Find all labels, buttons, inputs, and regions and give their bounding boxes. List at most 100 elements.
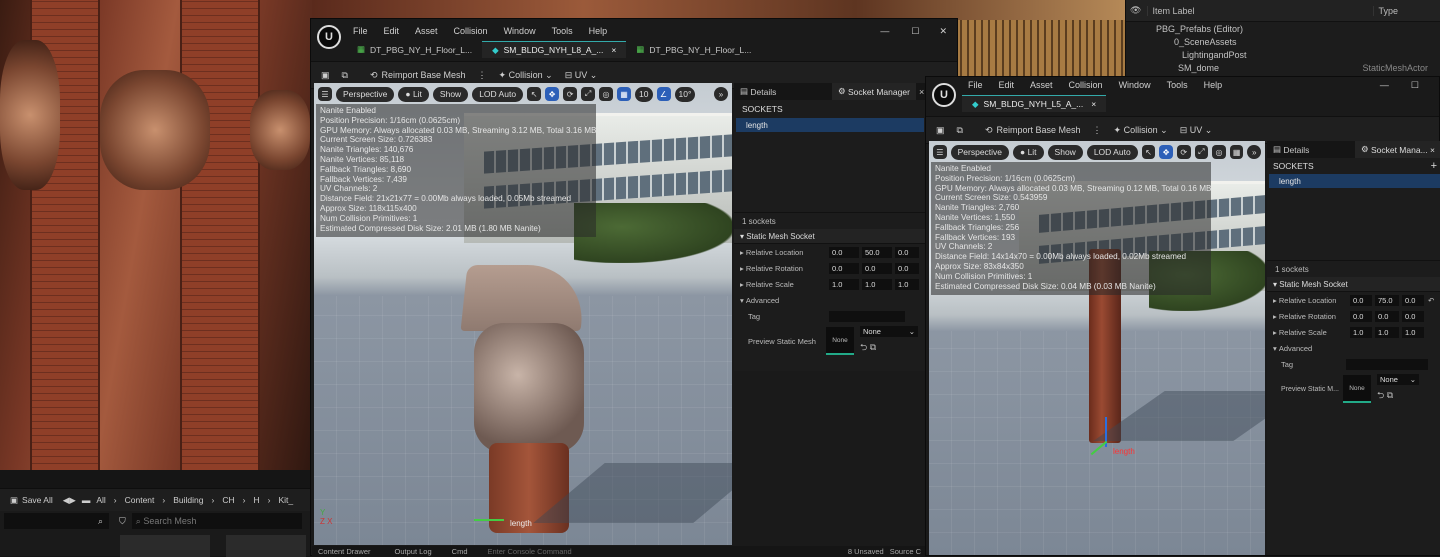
surface-snap-icon[interactable]: ◎ bbox=[1212, 145, 1226, 159]
rotation-z[interactable]: 0.0 bbox=[895, 262, 919, 274]
asset-thumbnail[interactable] bbox=[226, 535, 306, 557]
lod-button[interactable]: LOD Auto bbox=[1086, 144, 1138, 160]
rotation-y[interactable]: 0.0 bbox=[1375, 310, 1399, 322]
source-control-button[interactable]: Source C bbox=[890, 547, 921, 556]
menu-collision[interactable]: Collision bbox=[454, 26, 488, 36]
browse-icon[interactable]: ⧉ bbox=[870, 342, 876, 352]
viewport-menu-icon[interactable]: ☰ bbox=[318, 87, 332, 101]
translate-icon[interactable]: ✥ bbox=[1159, 145, 1173, 159]
menu-edit[interactable]: Edit bbox=[384, 26, 400, 36]
menu-help[interactable]: Help bbox=[1204, 80, 1223, 90]
console-input[interactable]: Enter Console Command bbox=[488, 547, 572, 556]
expand-icon[interactable]: » bbox=[714, 87, 728, 101]
collision-dropdown[interactable]: ✦ Collision ⌄ bbox=[1108, 125, 1174, 136]
content-drawer-button[interactable]: Content Drawer bbox=[318, 547, 371, 556]
close-tab-icon[interactable]: × bbox=[1430, 145, 1435, 155]
minimize-icon[interactable]: — bbox=[880, 26, 889, 36]
gizmo-y-axis[interactable] bbox=[474, 519, 504, 521]
breadcrumb-item[interactable]: CH bbox=[222, 495, 234, 505]
tag-input[interactable] bbox=[829, 310, 905, 322]
folder-search[interactable]: ⌕ bbox=[4, 513, 109, 529]
reimport-button[interactable]: ⟲ Reimport Base Mesh bbox=[364, 70, 472, 81]
static-mesh-socket-section[interactable]: ▾ Static Mesh Socket bbox=[734, 229, 926, 244]
socket-list-item[interactable]: length bbox=[1269, 174, 1440, 188]
outliner-row[interactable]: 0_SceneAssets bbox=[1126, 35, 1440, 48]
output-log-button[interactable]: Output Log bbox=[395, 547, 432, 556]
search-mesh-input[interactable]: ⌕ Search Mesh bbox=[131, 513, 302, 529]
breadcrumb-item[interactable]: Building bbox=[173, 495, 203, 505]
details-tab[interactable]: ▤ Details bbox=[734, 83, 832, 100]
rotation-x[interactable]: 0.0 bbox=[1350, 310, 1372, 322]
more-icon[interactable]: ⋮ bbox=[1087, 125, 1108, 136]
grid-snap-icon[interactable]: ▦ bbox=[617, 87, 632, 101]
rotation-y[interactable]: 0.0 bbox=[862, 262, 892, 274]
visibility-eye-icon[interactable]: 👁 bbox=[1130, 5, 1141, 16]
close-tab-icon[interactable]: × bbox=[1091, 99, 1096, 109]
unsaved-indicator[interactable]: 8 Unsaved bbox=[848, 547, 884, 556]
expand-icon[interactable]: » bbox=[1247, 145, 1262, 159]
location-z[interactable]: 0.0 bbox=[895, 246, 919, 258]
cmd-dropdown[interactable]: Cmd bbox=[452, 547, 468, 556]
advanced-section[interactable]: ▾ Advanced bbox=[1267, 340, 1440, 356]
browse-icon[interactable]: ⧉ bbox=[951, 125, 969, 136]
show-button[interactable]: Show bbox=[1047, 144, 1083, 160]
scale-x[interactable]: 1.0 bbox=[1350, 326, 1372, 338]
menu-asset[interactable]: Asset bbox=[1030, 80, 1053, 90]
location-z[interactable]: 0.0 bbox=[1402, 294, 1424, 306]
menu-tools[interactable]: Tools bbox=[552, 26, 573, 36]
scale-z[interactable]: 1.0 bbox=[1402, 326, 1424, 338]
browse-icon[interactable]: ⧉ bbox=[1387, 390, 1393, 400]
tab-static-mesh[interactable]: ◆ SM_BLDG_NYH_L5_A_... × bbox=[962, 95, 1107, 112]
viewport-menu-icon[interactable]: ☰ bbox=[933, 145, 947, 159]
close-panel-icon[interactable]: × bbox=[919, 87, 924, 97]
tab-datatable-1[interactable]: ▦ DT_PBG_NY_H_Floor_L... bbox=[347, 41, 482, 58]
select-mode-icon[interactable]: ↖ bbox=[527, 87, 542, 101]
filter-icon[interactable]: ⛉ bbox=[119, 516, 126, 527]
tag-input[interactable] bbox=[1346, 358, 1428, 370]
scale-x[interactable]: 1.0 bbox=[829, 278, 859, 290]
asset-thumbnail[interactable] bbox=[120, 535, 210, 557]
maximize-icon[interactable]: ☐ bbox=[911, 26, 919, 37]
scale-icon[interactable]: ⤢ bbox=[581, 87, 596, 101]
location-y[interactable]: 75.0 bbox=[1375, 294, 1399, 306]
socket-manager-tab[interactable]: ⚙ Socket Manager bbox=[832, 83, 916, 100]
maximize-icon[interactable]: ☐ bbox=[1411, 80, 1419, 91]
breadcrumb-item[interactable]: All bbox=[96, 495, 105, 505]
menu-collision[interactable]: Collision bbox=[1069, 80, 1103, 90]
lod-button[interactable]: LOD Auto bbox=[472, 86, 524, 102]
menu-asset[interactable]: Asset bbox=[415, 26, 438, 36]
socket-manager-tab[interactable]: ⚙ Socket Mana... × bbox=[1354, 141, 1440, 158]
reset-icon[interactable]: ↶ bbox=[1428, 296, 1434, 305]
breadcrumb-item[interactable]: Kit_ bbox=[278, 495, 293, 505]
mesh-dropdown[interactable]: None ⌄ bbox=[1377, 374, 1419, 385]
save-icon[interactable]: ▣ bbox=[315, 70, 336, 81]
mesh-thumbnail[interactable]: None bbox=[1343, 375, 1371, 403]
menu-file[interactable]: File bbox=[968, 80, 983, 90]
menu-tools[interactable]: Tools bbox=[1167, 80, 1188, 90]
grid-snap-value[interactable]: 10 bbox=[635, 86, 653, 102]
use-selected-icon[interactable]: ⮌ bbox=[1377, 390, 1384, 400]
location-x[interactable]: 0.0 bbox=[1350, 294, 1372, 306]
rotation-z[interactable]: 0.0 bbox=[1402, 310, 1424, 322]
mesh-thumbnail[interactable]: None bbox=[826, 327, 854, 355]
menu-file[interactable]: File bbox=[353, 26, 368, 36]
tab-static-mesh[interactable]: ◆ SM_BLDG_NYH_L8_A_... × bbox=[482, 41, 627, 58]
save-icon[interactable]: ▣ bbox=[930, 125, 951, 136]
breadcrumb-item[interactable]: Content bbox=[125, 495, 155, 505]
location-x[interactable]: 0.0 bbox=[829, 246, 859, 258]
select-mode-icon[interactable]: ↖ bbox=[1141, 145, 1156, 159]
menu-edit[interactable]: Edit bbox=[999, 80, 1015, 90]
outliner-row[interactable]: SM_dome StaticMeshActor bbox=[1126, 61, 1440, 74]
perspective-button[interactable]: Perspective bbox=[336, 86, 395, 102]
tab-datatable-2[interactable]: ▦ DT_PBG_NY_H_Floor_L... bbox=[626, 41, 761, 58]
lit-button[interactable]: ● Lit bbox=[398, 86, 429, 102]
surface-snap-icon[interactable]: ◎ bbox=[599, 87, 614, 101]
menu-help[interactable]: Help bbox=[589, 26, 608, 36]
location-y[interactable]: 50.0 bbox=[862, 246, 892, 258]
save-all-button[interactable]: Save All bbox=[22, 495, 53, 505]
outliner-header-label[interactable]: Item Label bbox=[1147, 5, 1373, 16]
outliner-header-type[interactable]: Type bbox=[1373, 5, 1398, 16]
show-button[interactable]: Show bbox=[432, 86, 469, 102]
more-icon[interactable]: ⋮ bbox=[472, 70, 493, 81]
lit-button[interactable]: ● Lit bbox=[1013, 144, 1044, 160]
